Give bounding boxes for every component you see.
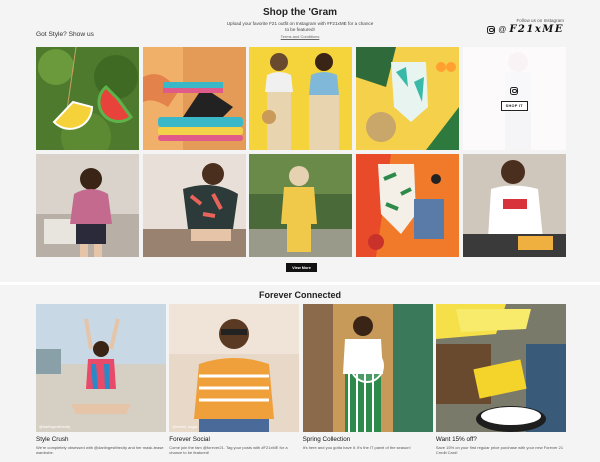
card-row: @darlingestthecity Style Crush We're com… (36, 304, 566, 455)
shop-it-overlay: SHOP IT (462, 47, 566, 150)
instagram-grid: SHOP IT (36, 47, 566, 257)
follow-label: Follow us on Instagram (516, 18, 565, 23)
ig-tile-mirror-selfie[interactable] (36, 154, 139, 257)
card-text: Save 15% on your first regular price pur… (435, 445, 564, 456)
card-forever-social[interactable]: @velvet_sugar Forever Social Come join t… (169, 304, 300, 456)
shop-the-gram-section: Shop the 'Gram Upload your favorite F21 … (0, 0, 600, 283)
ig-tile-shop-it[interactable]: SHOP IT (462, 47, 566, 150)
terms-link[interactable]: Terms and Conditions (225, 34, 375, 39)
card-credit-offer[interactable]: Want 15% off? Save 15% on your first reg… (435, 304, 566, 456)
card-text: We're completely obsessed with @darlinge… (36, 445, 164, 456)
instagram-icon (510, 86, 519, 95)
play-icon[interactable] (349, 349, 384, 383)
handle-text: F21xME (509, 24, 564, 35)
card-text: It's here and you gotta have it. It's th… (302, 445, 411, 450)
ig-tile-citrus-bags[interactable] (36, 47, 139, 150)
ig-tile-platform-sandals[interactable] (142, 47, 246, 150)
card-image[interactable] (302, 304, 433, 432)
ig-tile-palm-top[interactable] (142, 154, 246, 257)
section-subtitle: Upload your favorite F21 outfit on Insta… (226, 21, 374, 32)
card-text: Come join the fam @forever21. Tag your p… (169, 445, 288, 456)
card-tag: @darlingestthecity (39, 425, 71, 429)
card-image[interactable] (435, 304, 566, 432)
at-sign: @ (498, 25, 507, 34)
card-image[interactable]: @velvet_sugar (169, 304, 300, 432)
section-title: Forever Connected (258, 290, 342, 300)
ig-tile-made-in-la[interactable] (462, 154, 566, 257)
view-more-button[interactable]: View More (286, 263, 317, 272)
got-style-heading: Got Style? Show us (36, 31, 94, 38)
ig-tile-swimsuit-flatlay[interactable] (356, 47, 460, 150)
ig-tile-swimsuit-orange[interactable] (356, 154, 460, 257)
card-image[interactable]: @darlingestthecity (36, 304, 166, 432)
card-title[interactable]: Spring Collection (303, 436, 433, 443)
ig-tile-yellow-ruffle[interactable] (249, 47, 353, 150)
card-title[interactable]: Forever Social (169, 436, 299, 443)
card-tag: @velvet_sugar (172, 425, 198, 429)
card-style-crush[interactable]: @darlingestthecity Style Crush We're com… (36, 304, 166, 455)
forever-connected-section: Forever Connected @darlingestthecity Sty… (0, 285, 600, 462)
ig-tile-yellow-blazer[interactable] (249, 154, 353, 257)
instagram-icon (487, 25, 496, 34)
card-title[interactable]: Want 15% off? (436, 436, 566, 443)
shop-it-button[interactable]: SHOP IT (500, 100, 528, 111)
instagram-handle-link[interactable]: @ F21xME (487, 24, 564, 35)
card-spring-collection[interactable]: Spring Collection It's here and you gott… (302, 304, 433, 455)
section-title: Shop the 'Gram (262, 7, 338, 18)
card-title[interactable]: Style Crush (36, 436, 166, 443)
